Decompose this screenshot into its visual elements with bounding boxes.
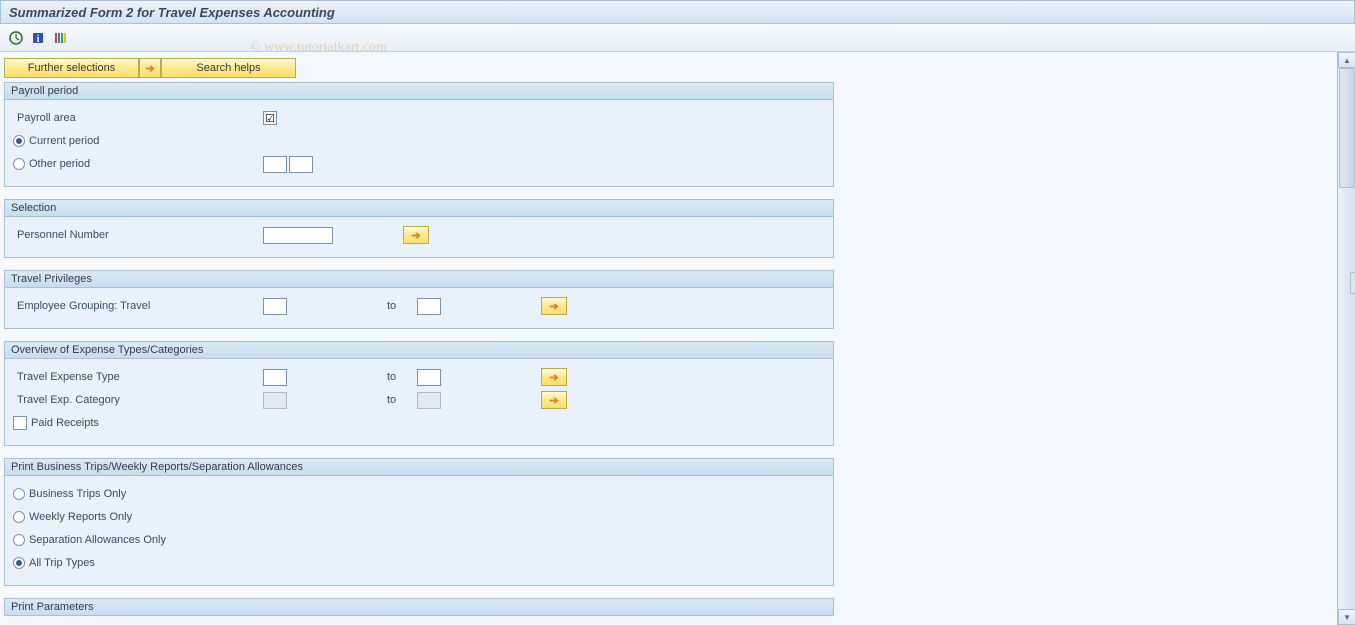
radio-icon [13,488,25,500]
search-helps-button[interactable]: Search helps [161,58,296,78]
vertical-scrollbar[interactable]: ▲ ▼ [1337,52,1355,625]
panel-header: Print Business Trips/Weekly Reports/Sepa… [4,458,834,476]
panel-body: Employee Grouping: Travel to ➔ [4,288,834,329]
personnel-number-label: Personnel Number [13,229,263,241]
panel-header: Travel Privileges [4,270,834,288]
personnel-number-input[interactable] [263,227,333,244]
panel-travel-privileges: Travel Privileges Employee Grouping: Tra… [4,270,834,329]
radio-icon [13,511,25,523]
expense-cat-from-input[interactable] [263,392,287,409]
grouping-from-input[interactable] [263,298,287,315]
payroll-area-label: Payroll area [13,112,263,124]
radio-icon [13,534,25,546]
panel-title: Payroll period [11,85,78,97]
button-label: Search helps [196,62,260,74]
arrow-right-icon: ➔ [549,394,558,407]
scroll-down-icon[interactable]: ▼ [1338,609,1355,625]
page-title: Summarized Form 2 for Travel Expenses Ac… [9,5,335,20]
radio-label: Separation Allowances Only [29,534,166,546]
panel-overview: Overview of Expense Types/Categories Tra… [4,341,834,446]
panel-header: Print Parameters [4,598,834,616]
radio-icon [13,158,25,170]
radio-label: Business Trips Only [29,488,126,500]
business-trips-only-option[interactable]: Business Trips Only [13,488,263,500]
panel-print-parameters: Print Parameters [4,598,834,616]
panel-body: Personnel Number ➔ [4,217,834,258]
expense-cat-to-input[interactable] [417,392,441,409]
panel-print-trips: Print Business Trips/Weekly Reports/Sepa… [4,458,834,586]
other-period-to-input[interactable] [289,156,313,173]
scroll-up-icon[interactable]: ▲ [1338,52,1355,68]
arrow-right-icon: ➔ [549,300,558,313]
radio-label: Other period [29,158,90,170]
grouping-to-input[interactable] [417,298,441,315]
all-trip-types-option[interactable]: All Trip Types [13,557,263,569]
paid-receipts-option[interactable]: Paid Receipts [13,416,263,430]
multi-select-button[interactable]: ➔ [541,297,567,315]
panel-selection: Selection Personnel Number ➔ [4,199,834,258]
arrow-right-icon: ➔ [145,62,154,75]
panel-title: Selection [11,202,56,214]
search-helps-icon-button[interactable]: ➔ [139,58,161,78]
multi-select-button[interactable]: ➔ [541,368,567,386]
application-toolbar: i [0,24,1355,52]
checkbox-icon [13,416,27,430]
arrow-right-icon: ➔ [411,229,420,242]
further-selections-button[interactable]: Further selections [4,58,139,78]
panel-body: Travel Expense Type to ➔ Travel Exp. Cat… [4,359,834,446]
arrow-right-icon: ➔ [549,371,558,384]
panel-header: Selection [4,199,834,217]
execute-icon[interactable] [8,30,24,46]
to-label: to [387,394,417,406]
panel-title: Print Business Trips/Weekly Reports/Sepa… [11,461,303,473]
expense-category-label: Travel Exp. Category [13,394,263,406]
multi-select-button[interactable]: ➔ [541,391,567,409]
panel-payroll-period: Payroll period Payroll area ☑ Current pe… [4,82,834,187]
panel-header: Payroll period [4,82,834,100]
radio-icon [13,135,25,147]
panel-title: Print Parameters [11,601,94,613]
scroll-dragger-icon[interactable] [1350,272,1355,294]
title-bar: Summarized Form 2 for Travel Expenses Ac… [0,0,1355,24]
to-label: to [387,300,417,312]
svg-text:i: i [37,34,40,45]
panel-body: Business Trips Only Weekly Reports Only … [4,476,834,586]
scroll-thumb[interactable] [1339,68,1355,188]
current-period-option[interactable]: Current period [13,135,263,147]
expense-type-from-input[interactable] [263,369,287,386]
button-label: Further selections [28,62,115,74]
to-label: to [387,371,417,383]
info-icon[interactable]: i [30,30,46,46]
separation-allowances-only-option[interactable]: Separation Allowances Only [13,534,263,546]
checkbox-label: Paid Receipts [31,417,99,429]
employee-grouping-label: Employee Grouping: Travel [13,300,263,312]
radio-label: Weekly Reports Only [29,511,132,523]
other-period-option[interactable]: Other period [13,158,263,170]
panel-title: Travel Privileges [11,273,92,285]
other-period-from-input[interactable] [263,156,287,173]
radio-label: All Trip Types [29,557,95,569]
bars-icon[interactable] [52,30,68,46]
panel-body: Payroll area ☑ Current period Other peri… [4,100,834,187]
radio-label: Current period [29,135,99,147]
button-row: Further selections ➔ Search helps [4,58,1333,78]
expense-type-to-input[interactable] [417,369,441,386]
panel-header: Overview of Expense Types/Categories [4,341,834,359]
weekly-reports-only-option[interactable]: Weekly Reports Only [13,511,263,523]
expense-type-label: Travel Expense Type [13,371,263,383]
radio-icon [13,557,25,569]
multi-select-button[interactable]: ➔ [403,226,429,244]
main-content: Further selections ➔ Search helps Payrol… [0,52,1337,625]
panel-title: Overview of Expense Types/Categories [11,344,203,356]
payroll-area-checkbox[interactable]: ☑ [263,111,277,125]
